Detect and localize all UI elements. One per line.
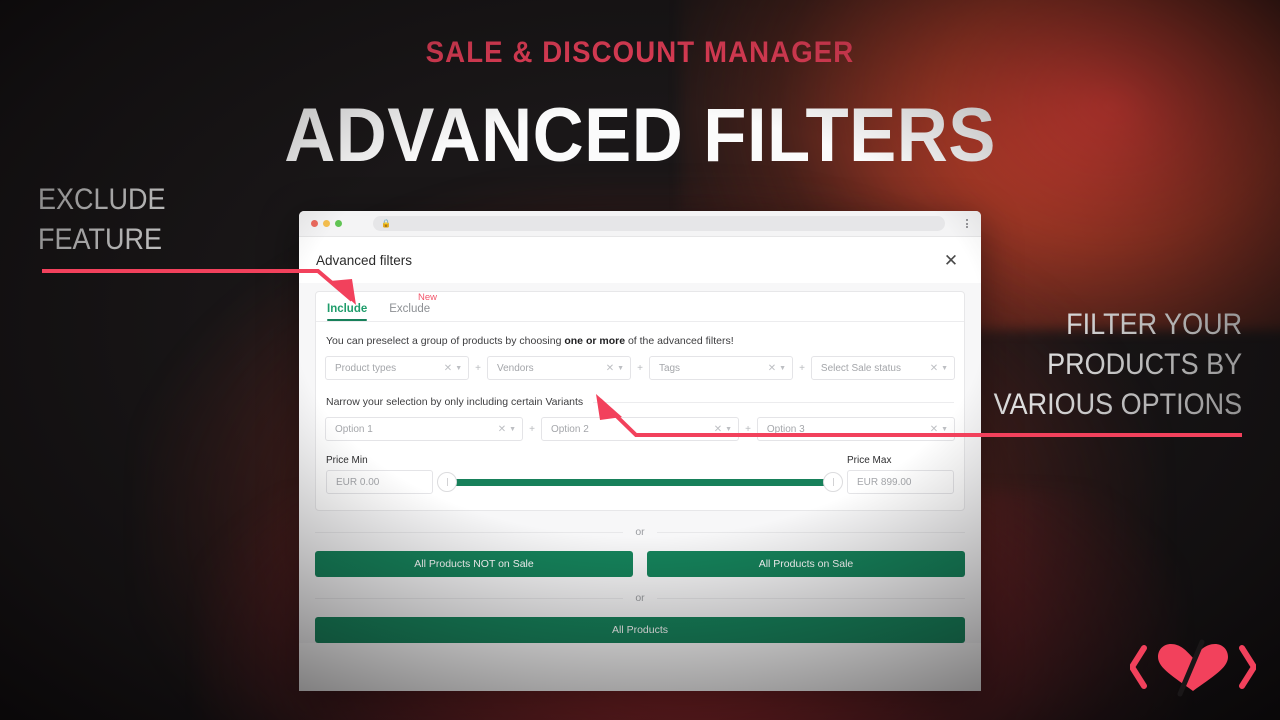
filter-sale-status-label: Select Sale status bbox=[820, 362, 901, 374]
chevron-down-icon[interactable]: ▼ bbox=[725, 426, 732, 433]
annotation-filter-options: FILTER YOUR PRODUCTS BY VARIOUS OPTIONS bbox=[993, 308, 1242, 421]
plus-separator: + bbox=[745, 423, 751, 435]
price-min-input[interactable]: EUR 0.00 bbox=[326, 470, 433, 494]
variants-row: Option 1 ✕ ▼ + Option 2 ✕ ▼ + Option 3 ✕ bbox=[325, 417, 956, 441]
variant-option-2[interactable]: Option 2 ✕ ▼ bbox=[540, 417, 740, 441]
address-bar[interactable]: 🔒 bbox=[373, 216, 945, 231]
chevron-down-icon[interactable]: ▼ bbox=[455, 365, 462, 372]
traffic-light-maximize-icon[interactable] bbox=[335, 220, 342, 227]
brand-logo bbox=[1130, 639, 1256, 697]
price-min-label: Price Min bbox=[326, 455, 368, 466]
clear-icon[interactable]: ✕ bbox=[606, 363, 614, 374]
browser-window: 🔒 Advanced filters ✕ Include Exclude New bbox=[299, 211, 981, 691]
divider bbox=[656, 531, 965, 533]
chevron-down-icon[interactable]: ▼ bbox=[779, 365, 786, 372]
variant-option-3-label: Option 3 bbox=[766, 423, 805, 435]
all-products-not-on-sale-button[interactable]: All Products NOT on Sale bbox=[315, 551, 633, 577]
page-title: ADVANCED FILTERS bbox=[284, 93, 996, 178]
helper-suffix: of the advanced filters! bbox=[625, 335, 734, 347]
filter-sale-status[interactable]: Select Sale status ✕ ▼ bbox=[810, 356, 956, 380]
clear-icon[interactable]: ✕ bbox=[714, 424, 722, 435]
chevron-down-icon[interactable]: ▼ bbox=[941, 365, 948, 372]
variants-label-text: Narrow your selection by only including … bbox=[326, 396, 584, 408]
variant-option-2-label: Option 2 bbox=[550, 423, 589, 435]
filter-tabs: Include Exclude New bbox=[325, 292, 955, 321]
new-badge: New bbox=[418, 292, 438, 303]
divider bbox=[315, 597, 624, 599]
variant-option-3[interactable]: Option 3 ✕ ▼ bbox=[756, 417, 956, 441]
or-divider-1: or bbox=[315, 511, 965, 551]
plus-separator: + bbox=[529, 423, 535, 435]
helper-bold: one or more bbox=[564, 335, 626, 347]
all-products-row: All Products bbox=[315, 617, 965, 643]
logo-chevron-left-icon bbox=[1130, 645, 1147, 689]
dialog-title: Advanced filters bbox=[316, 252, 413, 268]
price-min-group: Price Min EUR 0.00 bbox=[326, 455, 433, 494]
variant-option-1[interactable]: Option 1 ✕ ▼ bbox=[325, 417, 524, 441]
helper-prefix: You can preselect a group of products by… bbox=[326, 335, 565, 347]
slider-track bbox=[455, 479, 825, 486]
or-label: or bbox=[635, 592, 645, 604]
filter-tags[interactable]: Tags ✕ ▼ bbox=[648, 356, 794, 380]
browser-toolbar: 🔒 bbox=[299, 211, 981, 237]
tab-include-label: Include bbox=[327, 303, 368, 315]
or-divider-2: or bbox=[315, 577, 965, 617]
plus-separator: + bbox=[799, 362, 805, 374]
slider-handle-min[interactable] bbox=[437, 472, 457, 492]
filter-product-types-label: Product types bbox=[335, 362, 397, 374]
variants-section-label: Narrow your selection by only including … bbox=[325, 380, 955, 417]
price-range-row: Price Min EUR 0.00 Price Max EUR 899.00 bbox=[325, 441, 955, 494]
divider bbox=[315, 531, 624, 533]
chevron-down-icon[interactable]: ▼ bbox=[509, 426, 516, 433]
traffic-light-minimize-icon[interactable] bbox=[323, 220, 330, 227]
plus-separator: + bbox=[637, 362, 643, 374]
clear-icon[interactable]: ✕ bbox=[444, 363, 452, 374]
annotation-exclude-feature: EXCLUDE FEATURE bbox=[38, 183, 166, 256]
clear-icon[interactable]: ✕ bbox=[768, 363, 776, 374]
clear-icon[interactable]: ✕ bbox=[498, 424, 506, 435]
logo-chevron-right-icon bbox=[1239, 645, 1256, 689]
helper-text: You can preselect a group of products by… bbox=[325, 322, 955, 356]
filter-tags-label: Tags bbox=[658, 362, 681, 374]
divider bbox=[656, 597, 965, 599]
filters-card: Include Exclude New You can preselect a … bbox=[315, 291, 965, 511]
traffic-light-close-icon[interactable] bbox=[311, 220, 318, 227]
clear-icon[interactable]: ✕ bbox=[930, 363, 938, 374]
price-max-input[interactable]: EUR 899.00 bbox=[847, 470, 954, 494]
price-max-label: Price Max bbox=[847, 455, 892, 466]
tab-include[interactable]: Include bbox=[327, 303, 368, 321]
tab-exclude[interactable]: Exclude bbox=[389, 303, 430, 321]
price-max-value: EUR 899.00 bbox=[857, 476, 912, 488]
filter-product-types[interactable]: Product types ✕ ▼ bbox=[325, 356, 470, 380]
clear-icon[interactable]: ✕ bbox=[930, 424, 938, 435]
poster-canvas: SALE & DISCOUNT MANAGER ADVANCED FILTERS… bbox=[0, 0, 1280, 720]
kebab-menu-icon[interactable] bbox=[963, 217, 971, 230]
chevron-down-icon[interactable]: ▼ bbox=[941, 426, 948, 433]
price-range-slider[interactable] bbox=[437, 470, 843, 494]
filter-vendors[interactable]: Vendors ✕ ▼ bbox=[486, 356, 632, 380]
lock-icon: 🔒 bbox=[381, 218, 391, 228]
or-label: or bbox=[635, 526, 645, 538]
plus-separator: + bbox=[475, 362, 481, 374]
tab-exclude-label: Exclude bbox=[389, 303, 431, 315]
poster-kicker: SALE & DISCOUNT MANAGER bbox=[425, 36, 855, 69]
all-products-button[interactable]: All Products bbox=[315, 617, 965, 643]
filter-vendors-label: Vendors bbox=[496, 362, 534, 374]
dialog-body: Include Exclude New You can preselect a … bbox=[299, 283, 981, 643]
price-max-group: Price Max EUR 899.00 bbox=[847, 455, 954, 494]
price-min-value: EUR 0.00 bbox=[336, 476, 380, 488]
close-icon[interactable]: ✕ bbox=[941, 250, 961, 270]
advanced-filter-row: Product types ✕ ▼ + Vendors ✕ ▼ + Tags ✕ bbox=[325, 356, 956, 380]
all-products-on-sale-button[interactable]: All Products on Sale bbox=[647, 551, 965, 577]
slider-handle-max[interactable] bbox=[823, 472, 843, 492]
dialog-header: Advanced filters ✕ bbox=[299, 237, 981, 283]
chevron-down-icon[interactable]: ▼ bbox=[617, 365, 624, 372]
sale-buttons-row: All Products NOT on Sale All Products on… bbox=[315, 551, 965, 577]
variant-option-1-label: Option 1 bbox=[335, 423, 373, 435]
divider bbox=[593, 401, 954, 403]
